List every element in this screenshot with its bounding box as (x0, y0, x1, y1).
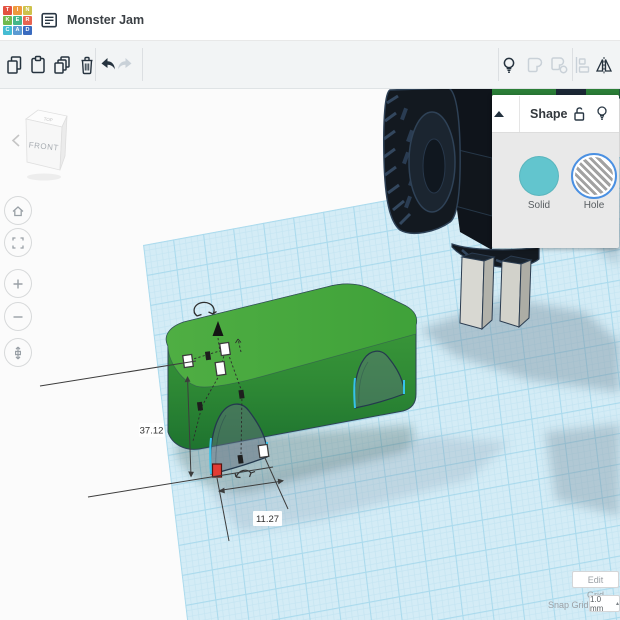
edit-grid-button[interactable]: Edit Grid (572, 571, 619, 600)
lightbulb-small-icon (597, 105, 607, 116)
fit-view-button[interactable] (4, 228, 32, 257)
snap-grid-label: Snap Grid (548, 600, 589, 610)
tinkercad-app: TOP FRONT 37.12 11.27 T I N K E R C A D … (0, 0, 620, 620)
panel-collapse-button[interactable] (492, 95, 520, 132)
lock-toggle-button[interactable] (571, 104, 589, 124)
paste-button[interactable] (26, 52, 52, 78)
shape-inspector-panel: Shape Solid Hole (492, 95, 619, 248)
hole-edge-highlight (353, 377, 356, 409)
logo-letter: C (3, 25, 12, 35)
design-menu-icon[interactable] (39, 9, 61, 31)
duplicate-button[interactable] (51, 52, 77, 78)
mirror-button[interactable] (592, 52, 618, 78)
home-view-button[interactable] (4, 196, 32, 225)
logo-letter: E (13, 15, 22, 25)
hole-option-label: Hole (583, 200, 605, 211)
perspective-toggle-icon (15, 346, 21, 359)
solid-option-label: Solid (527, 200, 551, 211)
main-toolbar (0, 41, 620, 89)
shape-panel-title: Shape (530, 106, 568, 121)
logo-letter: R (23, 15, 32, 25)
hide-shape-button[interactable] (595, 104, 613, 124)
snap-grid-value: 1.0 mm (590, 594, 604, 613)
dropdown-caret-icon: ▴ (615, 601, 619, 607)
logo-letter: D (23, 25, 32, 35)
tinkercad-logo[interactable]: T I N K E R C A D (3, 5, 32, 35)
app-header: T I N K E R C A D Monster Jam (0, 0, 620, 41)
design-title[interactable]: Monster Jam (67, 13, 144, 27)
logo-letter: A (13, 25, 22, 35)
redo-icon (118, 58, 132, 70)
group-button[interactable] (523, 52, 549, 78)
logo-letter: T (3, 5, 12, 15)
svg-text:37.12: 37.12 (140, 426, 164, 437)
group-icon (527, 57, 543, 73)
zoom-in-button[interactable] (4, 269, 32, 298)
collapse-triangle-icon (494, 110, 504, 117)
dimension-depth-label[interactable]: 37.12 (139, 423, 164, 437)
mirror-icon (595, 59, 604, 72)
dimension-width-label[interactable]: 11.27 (253, 511, 282, 526)
ungroup-icon (551, 57, 565, 71)
active-handle-red[interactable] (211, 463, 223, 478)
show-all-button[interactable] (497, 52, 523, 78)
hole-option-swatch[interactable] (571, 153, 617, 199)
fit-view-icon (12, 236, 24, 249)
logo-letter: K (3, 15, 12, 25)
hole-stripes-icon (575, 157, 613, 195)
zoom-out-button[interactable] (4, 302, 32, 331)
logo-letter: N (23, 5, 32, 15)
logo-letter: I (13, 5, 22, 15)
solid-option-swatch[interactable] (519, 156, 559, 196)
view-cube-base (27, 173, 61, 181)
ungroup-button[interactable] (547, 52, 573, 78)
zoom-in-icon (13, 279, 23, 288)
unlock-icon (574, 111, 585, 121)
shape-panel-header: Shape (492, 95, 619, 133)
viewport-3d[interactable]: TOP FRONT 37.12 11.27 (0, 0, 620, 620)
perspective-toggle-button[interactable] (4, 338, 32, 367)
svg-text:11.27: 11.27 (256, 514, 279, 525)
redo-button[interactable] (113, 52, 139, 78)
hole-edge-highlight (209, 437, 212, 475)
snap-grid-dropdown[interactable]: 1.0 mm ▴ (589, 594, 620, 613)
lightbulb-icon (503, 57, 515, 69)
tire-hub (422, 138, 446, 194)
